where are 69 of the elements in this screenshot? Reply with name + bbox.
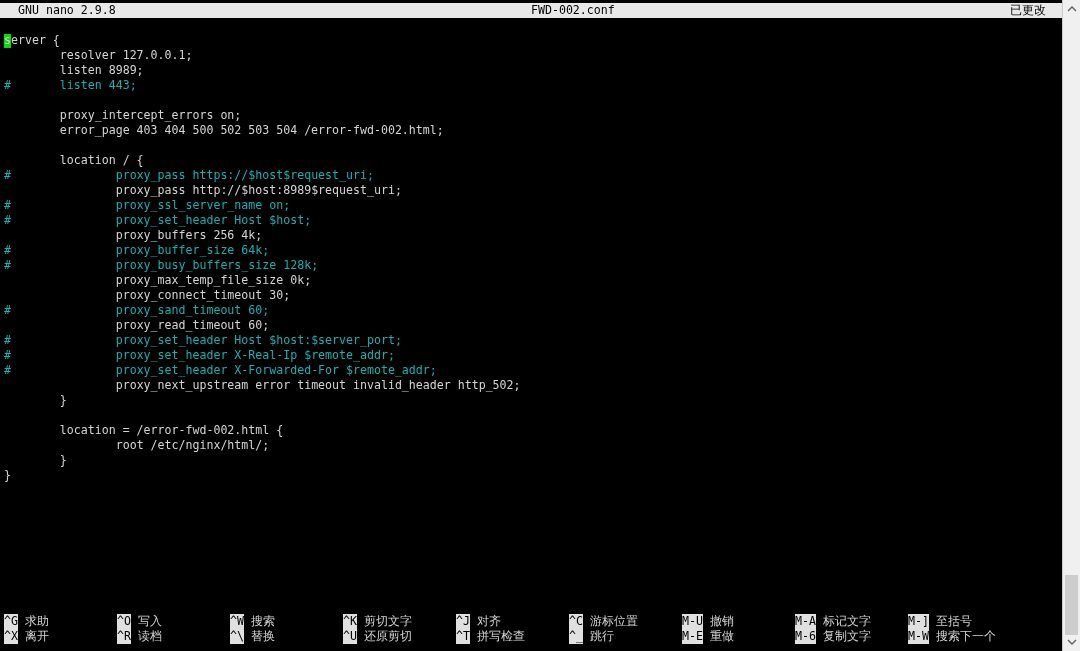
code-line: location = /error-fwd-002.html { [58,423,284,437]
code-line: } [4,468,11,482]
shortcut-label: 复制文字 [822,629,871,644]
shortcut-label: 离开 [24,629,49,644]
code-line: proxy_max_temp_file_size 0k; [114,273,312,287]
scroll-up-icon[interactable] [1066,6,1077,12]
shortcut-key: ^T [456,629,470,644]
shortcut-label: 搜索下一个 [935,629,996,644]
shortcut-key: ^K [343,614,357,629]
comment-line: # proxy_set_header Host $host:$server_port; [4,333,402,347]
shortcut-key: ^X [4,629,18,644]
shortcut-label: 剪切文字 [363,614,412,629]
shortcut-label: 拼写检查 [476,629,525,644]
shortcut-label: 至括号 [935,614,972,629]
code-line: proxy_next_upstream error timeout invalid_header http_502; [114,378,521,392]
comment-line: # proxy_set_header Host $host; [4,213,312,227]
shortcut-key: M-U [682,614,703,629]
shortcut-key: ^G [4,614,18,629]
comment-line: # proxy_ssl_server_name on; [4,198,291,212]
shortcut-key: M-W [908,629,929,644]
code-line: proxy_buffers 256 4k; [114,228,263,242]
shortcut-label: 求助 [24,614,49,629]
shortcut-key: M-E [682,629,703,644]
file-name: FWD-002.conf [531,3,615,18]
shortcut-label: 写入 [137,614,162,629]
code-line: listen 8989; [58,63,144,77]
comment-line: # proxy_pass https://$host$request_uri; [4,168,374,182]
code-line: proxy_read_timeout 60; [114,318,270,332]
code-line: resolver 127.0.0.1; [58,48,193,62]
shortcut-key: ^O [117,614,131,629]
modified-status: 已更改 [1010,3,1046,18]
comment-line: # proxy_set_header X-Real-Ip $remote_addr; [4,348,395,362]
scrollbar[interactable] [1062,0,1080,651]
shortcut-label: 对齐 [476,614,501,629]
shortcut-label: 搜索 [250,614,275,629]
shortcut-key: M-] [908,614,929,629]
comment-line: # proxy_sand_timeout 60; [4,303,270,317]
code-line: proxy_pass http://$host:8989$request_uri; [114,183,402,197]
shortcut-key: M-6 [795,629,816,644]
comment-line: # proxy_set_header X-Forwarded-For $remote_addr; [4,363,437,377]
code-line: error_page 403 404 500 502 503 504 /error-fwd-002.html; [58,123,444,137]
shortcut-key: M-A [795,614,816,629]
scroll-down-icon[interactable] [1066,639,1077,645]
code-line: proxy_connect_timeout 30; [114,288,291,302]
shortcut-label: 替换 [250,629,275,644]
shortcut-label: 撤销 [709,614,734,629]
shortcut-key: ^_ [569,629,583,644]
code-line: location / { [58,153,144,167]
program-version: GNU nano 2.9.8 [18,3,116,18]
shortcut-label: 标记文字 [822,614,871,629]
shortcut-label: 读档 [137,629,162,644]
code-line: proxy_intercept_errors on; [58,108,242,122]
code-line: } [58,453,67,467]
shortcut-label: 重做 [709,629,734,644]
shortcut-key: ^C [569,614,583,629]
comment-line: # proxy_buffer_size 64k; [4,243,270,257]
code-line: } [58,393,67,407]
comment-line: # proxy_busy_buffers_size 128k; [4,258,319,272]
shortcut-key: ^J [456,614,470,629]
code-line: root /etc/nginx/html/; [114,438,270,452]
shortcut-key: ^\ [230,629,244,644]
shortcut-label: 跳行 [589,629,614,644]
shortcut-key: ^R [117,629,131,644]
shortcut-key: ^U [343,629,357,644]
shortcut-label: 游标位置 [589,614,638,629]
shortcut-label: 还原剪切 [363,629,412,644]
shortcut-key: ^W [230,614,244,629]
comment-line: # listen 443; [4,78,137,92]
scrollbar-thumb[interactable] [1065,575,1078,635]
